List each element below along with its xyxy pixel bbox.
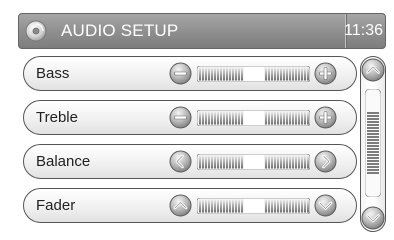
scrollbar-track[interactable] <box>365 89 381 197</box>
chevron-down-icon[interactable] <box>361 206 385 230</box>
slider-thumb[interactable] <box>244 155 264 169</box>
setting-row-fader: Fader <box>23 188 357 223</box>
slider-thumb[interactable] <box>244 111 264 125</box>
header-bar: AUDIO SETUP 11:36 <box>18 13 386 49</box>
cd-icon <box>25 20 47 42</box>
setting-label-bass: Bass <box>36 65 70 82</box>
minus-icon[interactable] <box>169 106 192 129</box>
chevron-up-icon[interactable] <box>169 194 192 217</box>
chevron-down-icon[interactable] <box>314 194 337 217</box>
slider-thumb[interactable] <box>244 67 264 81</box>
setting-row-bass: Bass <box>23 56 357 91</box>
clock-time: 11:36 <box>344 22 383 39</box>
audio-setup-screen: AUDIO SETUP 11:36 Bass Treble Balance Fa… <box>14 6 390 236</box>
minus-icon[interactable] <box>169 62 192 85</box>
treble-slider[interactable] <box>197 110 310 126</box>
setting-label-treble: Treble <box>36 109 78 126</box>
chevron-right-icon[interactable] <box>314 150 337 173</box>
fader-slider[interactable] <box>197 198 310 214</box>
balance-slider[interactable] <box>197 154 310 170</box>
setting-row-treble: Treble <box>23 100 357 135</box>
page-title: AUDIO SETUP <box>61 21 179 40</box>
plus-icon[interactable] <box>314 106 337 129</box>
plus-icon[interactable] <box>314 62 337 85</box>
clock: 11:36 <box>344 14 383 48</box>
slider-thumb[interactable] <box>244 199 264 213</box>
setting-row-balance: Balance <box>23 144 357 179</box>
bass-slider[interactable] <box>197 66 310 82</box>
chevron-left-icon[interactable] <box>169 150 192 173</box>
setting-label-balance: Balance <box>36 153 91 170</box>
setting-label-fader: Fader <box>36 197 76 214</box>
scrollbar[interactable] <box>360 56 386 232</box>
chevron-up-icon[interactable] <box>361 58 385 82</box>
